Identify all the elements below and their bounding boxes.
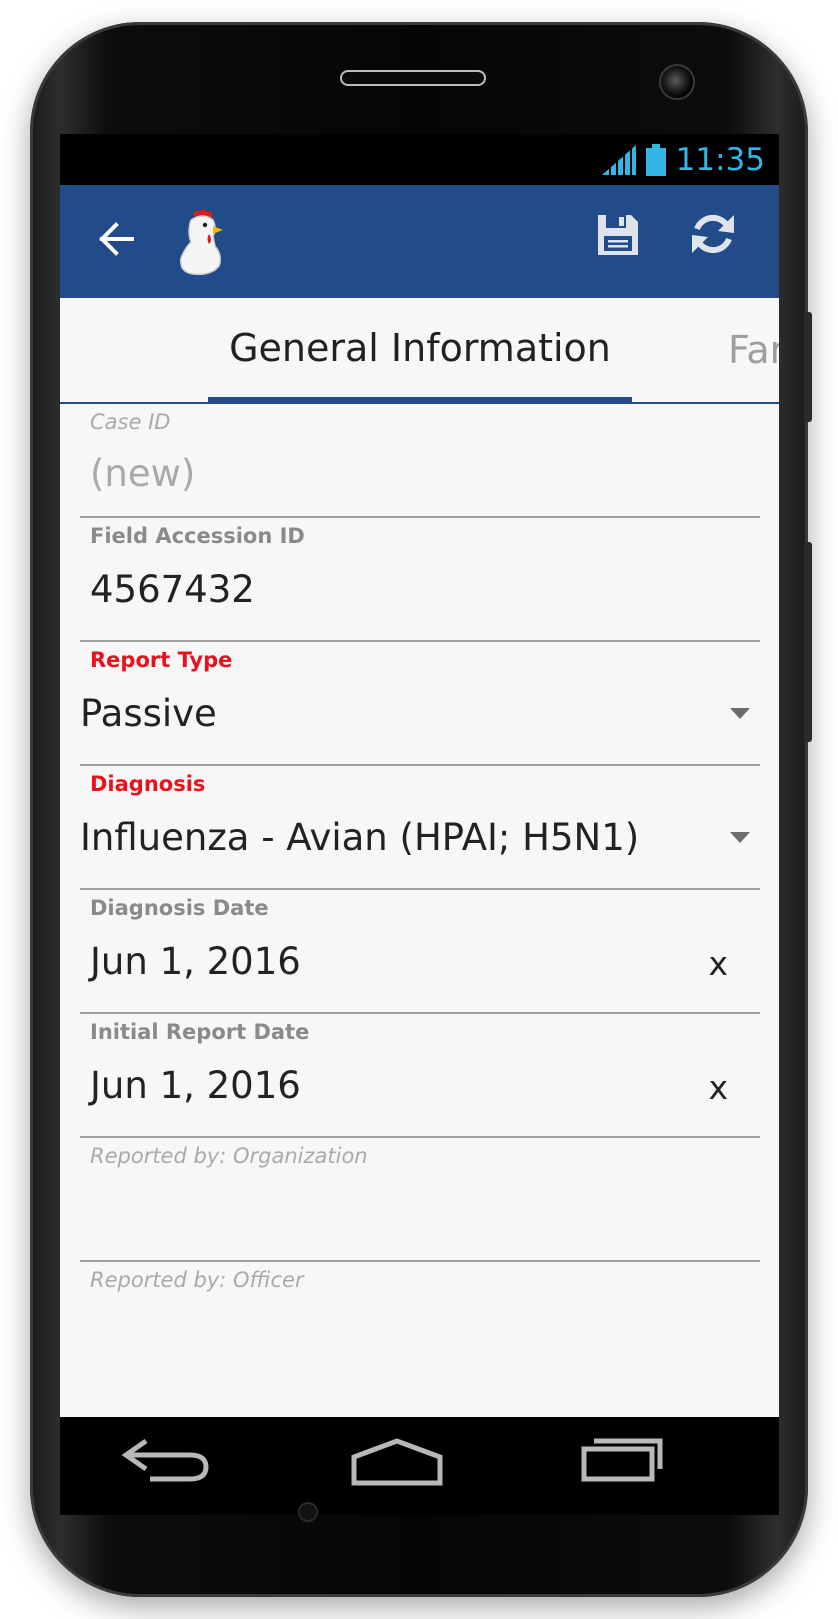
reported-by-officer-field[interactable]: Reported by: Officer (80, 1262, 760, 1402)
tab-bar: General Information Far (60, 298, 779, 404)
battery-icon (645, 144, 666, 176)
power-button (804, 542, 812, 742)
chevron-down-icon[interactable] (730, 832, 750, 843)
diagnosis-label: Diagnosis (90, 772, 206, 796)
field-accession-id-field[interactable]: Field Accession ID 4567432 (80, 518, 760, 642)
case-id-value: (new) (90, 452, 196, 495)
status-time: 11:35 (675, 142, 765, 178)
initial-report-date-input[interactable]: Jun 1, 2016 (90, 1064, 301, 1107)
clear-initial-report-date-button[interactable]: x (708, 1068, 728, 1107)
diagnosis-select[interactable]: Influenza - Avian (HPAI; H5N1) (80, 816, 639, 859)
tab-general-information[interactable]: General Information (208, 298, 632, 402)
initial-report-date-field[interactable]: Initial Report Date Jun 1, 2016 x (80, 1014, 760, 1138)
nav-back-icon[interactable] (120, 1437, 212, 1491)
clear-diagnosis-date-button[interactable]: x (708, 944, 728, 983)
app-bar (60, 185, 779, 298)
sync-icon[interactable] (684, 205, 742, 263)
earpiece (340, 70, 486, 86)
diagnosis-date-field[interactable]: Diagnosis Date Jun 1, 2016 x (80, 890, 760, 1014)
report-type-field[interactable]: Report Type Passive (80, 642, 760, 766)
volume-button (804, 312, 812, 422)
arrow-back-icon[interactable] (90, 213, 142, 265)
diagnosis-date-label: Diagnosis Date (90, 896, 269, 920)
case-id-label: Case ID (90, 410, 171, 434)
report-type-label: Report Type (90, 648, 233, 672)
reported-by-officer-label: Reported by: Officer (90, 1268, 304, 1292)
chevron-down-icon[interactable] (730, 708, 750, 719)
diagnosis-field[interactable]: Diagnosis Influenza - Avian (HPAI; H5N1) (80, 766, 760, 890)
microphone (298, 1502, 318, 1522)
nav-home-icon[interactable] (350, 1437, 444, 1491)
nav-recents-icon[interactable] (580, 1433, 664, 1487)
save-icon[interactable] (590, 207, 646, 263)
reported-by-organization-field[interactable]: Reported by: Organization (80, 1138, 760, 1262)
diagnosis-date-input[interactable]: Jun 1, 2016 (90, 940, 301, 983)
navigation-bar (60, 1417, 779, 1515)
front-camera (659, 64, 695, 100)
field-accession-id-input[interactable]: 4567432 (90, 568, 255, 611)
reported-by-organization-label: Reported by: Organization (90, 1144, 368, 1168)
case-id-field: Case ID (new) (80, 404, 760, 518)
chicken-logo-icon (172, 203, 228, 279)
report-type-select[interactable]: Passive (80, 692, 217, 735)
signal-icon (601, 145, 636, 175)
tab-farm[interactable]: Far (728, 298, 779, 402)
field-accession-id-label: Field Accession ID (90, 524, 305, 548)
initial-report-date-label: Initial Report Date (90, 1020, 310, 1044)
status-bar: 11:35 (60, 134, 779, 185)
screen: 11:35 General Information Far Case ID (n… (60, 134, 779, 1417)
